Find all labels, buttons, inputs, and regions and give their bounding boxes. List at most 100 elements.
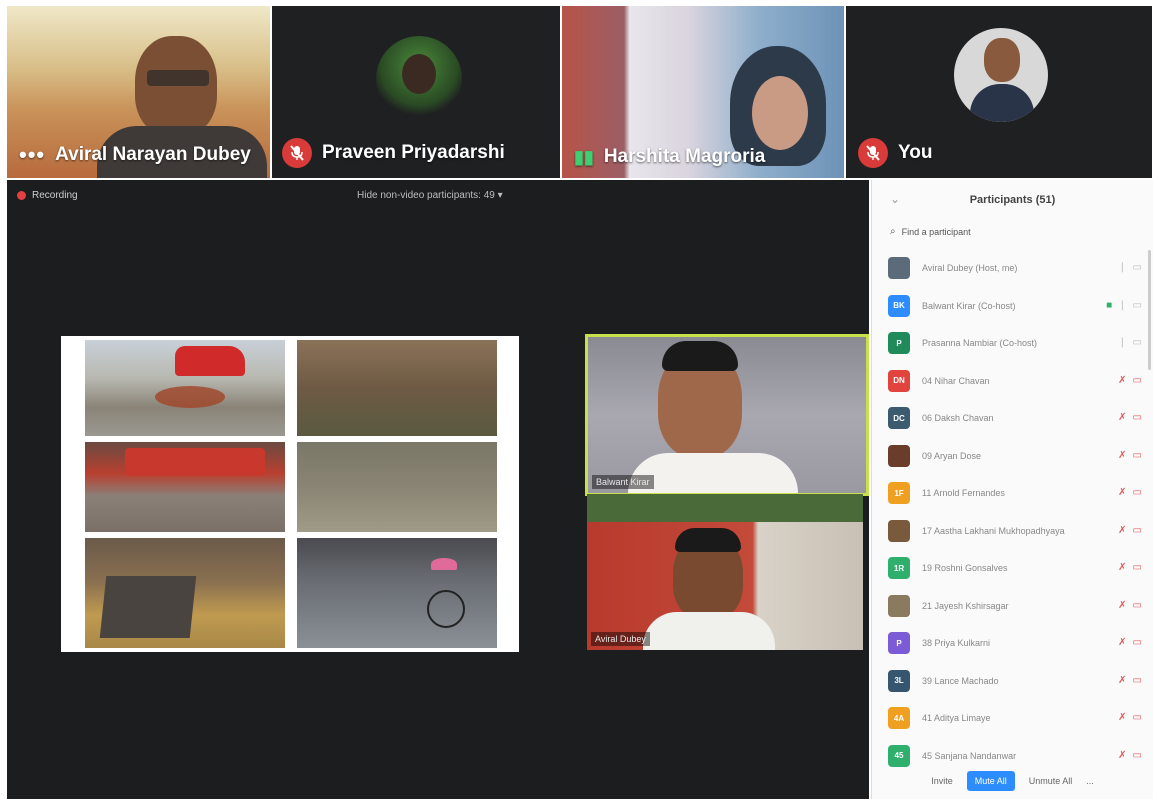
video-tile-aviral[interactable]: ••• Aviral Narayan Dubey [7, 6, 270, 178]
video-balwant-kirar[interactable]: Balwant Kirar [585, 334, 869, 496]
participant-name: 19 Roshni Gonsalves [922, 563, 1008, 573]
camera-off-icon[interactable]: ▭ [1133, 375, 1142, 386]
participant-avatar: BK [888, 294, 910, 317]
recording-indicator[interactable]: Recording [17, 190, 78, 201]
video-name-label: Balwant Kirar [592, 475, 654, 489]
participant-name: Balwant Kirar (Co-host) [922, 300, 1016, 311]
mute-all-button[interactable]: Mute All [966, 771, 1015, 791]
participant-suit [970, 84, 1034, 122]
video-tile-harshita[interactable]: ▮▮ Harshita Magroria [562, 6, 844, 178]
mic-muted-icon[interactable]: ✗ [1118, 375, 1126, 386]
participant-name: 06 Daksh Chavan [922, 413, 994, 423]
mic-muted-icon [858, 138, 888, 168]
camera-off-icon[interactable]: ▭ [1133, 750, 1142, 761]
participant-avatar: 45 [888, 744, 910, 767]
photo-waterlogged-road [295, 536, 499, 650]
participants-panel: ⌄ Participants (51) ⌕ Find a participant… [871, 180, 1153, 799]
participant-row[interactable]: 17 Aastha Lakhani Mukhopadhyaya ✗ ▭ [888, 517, 1146, 545]
more-options-button[interactable]: ... [1086, 776, 1094, 786]
mic-muted-icon[interactable]: ✗ [1118, 563, 1126, 573]
camera-icon[interactable]: ▭ [1133, 300, 1142, 311]
participant-row[interactable]: P Prasanna Nambiar (Co-host) ❘ ▭ [888, 329, 1146, 357]
photo-garbage-street [295, 440, 499, 534]
mic-muted-icon[interactable]: ✗ [1118, 488, 1126, 498]
participant-face [402, 54, 436, 94]
mic-icon[interactable]: ❘ [1118, 300, 1126, 311]
avatar [954, 28, 1048, 122]
camera-off-icon[interactable]: ▭ [1133, 713, 1142, 723]
photo-flooded-street [83, 440, 287, 534]
participant-row[interactable]: DN 04 Nihar Chavan ✗ ▭ [888, 367, 1146, 395]
mic-muted-icon[interactable]: ✗ [1118, 675, 1126, 686]
participant-row[interactable]: 1F 11 Arnold Fernandes ✗ ▭ [888, 479, 1146, 507]
video-tile-you[interactable]: You [846, 6, 1152, 178]
record-icon [17, 191, 26, 200]
mic-muted-icon[interactable]: ✗ [1118, 638, 1126, 648]
participant-name: 21 Jayesh Kshirsagar [922, 600, 1009, 611]
video-tile-praveen[interactable]: Praveen Priyadarshi [272, 6, 560, 178]
participant-shirt [643, 612, 775, 650]
camera-icon[interactable]: ▭ [1133, 263, 1142, 273]
mic-muted-icon[interactable]: ✗ [1118, 413, 1126, 423]
red-bus [125, 448, 265, 476]
participant-avatar: P [888, 632, 910, 654]
camera-off-icon[interactable]: ▭ [1133, 488, 1142, 498]
participant-name: Prasanna Nambiar (Co-host) [922, 338, 1038, 348]
mic-muted-icon [282, 138, 312, 168]
participant-avatar: 1R [888, 557, 910, 579]
panel-scrollbar[interactable] [1148, 250, 1151, 370]
participant-row[interactable]: 21 Jayesh Kshirsagar ✗ ▭ [888, 592, 1146, 620]
camera-off-icon[interactable]: ▭ [1133, 675, 1142, 686]
mic-icon[interactable]: ❘ [1118, 263, 1126, 273]
search-icon: ⌕ [890, 226, 896, 237]
participant-row[interactable]: Aviral Dubey (Host, me) ❘ ▭ [888, 254, 1146, 282]
participant-status-icons: ✗ ▭ [1118, 375, 1142, 386]
camera-off-icon[interactable]: ▭ [1133, 525, 1142, 536]
invite-button[interactable]: Invite [931, 776, 953, 786]
participant-avatar: P [888, 332, 910, 354]
participant-status-icons: ✗ ▭ [1118, 713, 1142, 723]
mic-icon[interactable]: ❘ [1118, 338, 1126, 348]
hide-nonvideo-toggle[interactable]: Hide non-video participants: 49 ▾ [357, 190, 503, 201]
camera-off-icon[interactable]: ▭ [1133, 413, 1142, 423]
participant-row[interactable]: BK Balwant Kirar (Co-host) ■ ❘ ▭ [888, 292, 1146, 320]
participant-face [984, 38, 1020, 82]
camera-off-icon[interactable]: ▭ [1133, 563, 1142, 573]
participant-row[interactable]: 45 45 Sanjana Nandanwar ✗ ▭ [888, 742, 1146, 770]
participant-row[interactable]: 09 Aryan Dose ✗ ▭ [888, 442, 1146, 470]
participant-row[interactable]: P 38 Priya Kulkarni ✗ ▭ [888, 629, 1146, 657]
pink-umbrella [431, 558, 457, 570]
meeting-gallery: Recording Hide non-video participants: 4… [7, 180, 869, 799]
participant-name: 17 Aastha Lakhani Mukhopadhyaya [922, 525, 1065, 536]
garbage-bin [99, 576, 197, 638]
participant-avatar: 1F [888, 482, 910, 504]
video-aviral-dubey[interactable]: Aviral Dubey [587, 494, 863, 650]
participant-row[interactable]: 3L 39 Lance Machado ✗ ▭ [888, 667, 1146, 695]
participant-name: 04 Nihar Chavan [922, 375, 990, 386]
unmute-all-button[interactable]: Unmute All [1029, 776, 1073, 786]
participant-hair [675, 528, 741, 552]
participant-row[interactable]: 1R 19 Roshni Gonsalves ✗ ▭ [888, 554, 1146, 582]
bicycle-wheel [427, 590, 465, 628]
mic-muted-icon[interactable]: ✗ [1118, 450, 1126, 461]
participant-avatar [888, 594, 910, 617]
speaking-mic-icon: ▮▮ [574, 146, 594, 167]
mic-muted-icon[interactable]: ✗ [1118, 525, 1126, 536]
participants-footer: Invite Mute All Unmute All ... [872, 771, 1153, 791]
camera-icon[interactable]: ▭ [1133, 338, 1142, 348]
participant-hair [662, 341, 738, 371]
bookshelf [587, 494, 863, 522]
camera-off-icon[interactable]: ▭ [1133, 450, 1142, 461]
participant-row[interactable]: 4A 41 Aditya Limaye ✗ ▭ [888, 704, 1146, 732]
participant-search[interactable]: ⌕ Find a participant [890, 226, 971, 237]
participant-name: 39 Lance Machado [922, 675, 999, 686]
participant-name: Aviral Dubey (Host, me) [922, 263, 1018, 273]
more-dots-icon[interactable]: ••• [19, 142, 45, 168]
participant-row[interactable]: DC 06 Daksh Chavan ✗ ▭ [888, 404, 1146, 432]
camera-off-icon[interactable]: ▭ [1133, 600, 1142, 611]
mic-muted-icon[interactable]: ✗ [1118, 600, 1126, 611]
tile-name-label: Aviral Narayan Dubey [55, 144, 251, 165]
mic-muted-icon[interactable]: ✗ [1118, 750, 1126, 761]
mic-muted-icon[interactable]: ✗ [1118, 713, 1126, 723]
camera-off-icon[interactable]: ▭ [1133, 638, 1142, 648]
